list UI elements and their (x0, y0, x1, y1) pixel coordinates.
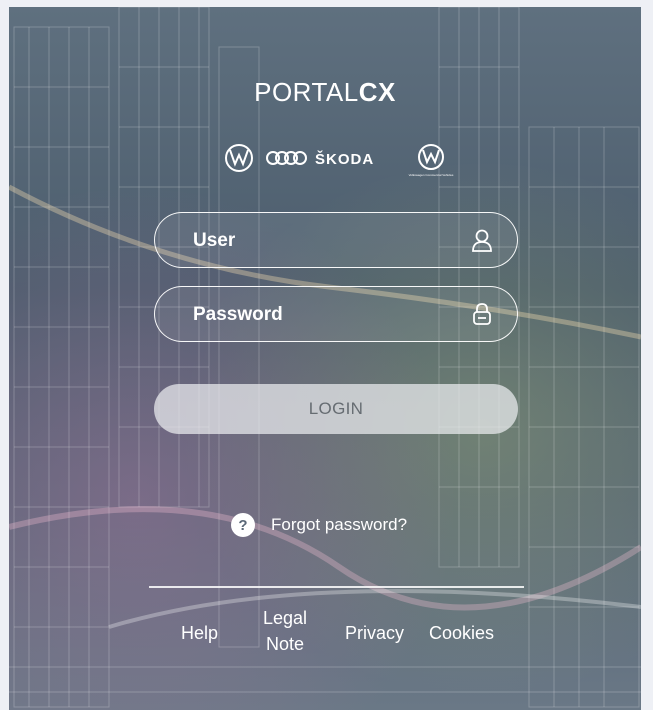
legal-note-line2: Note (266, 634, 305, 654)
question-icon: ? (231, 513, 255, 537)
help-link[interactable]: Help (181, 623, 218, 644)
legal-note-link[interactable]: Legal Note (263, 605, 307, 657)
portal-title-suffix: CX (358, 77, 396, 107)
cookies-link[interactable]: Cookies (429, 623, 494, 644)
login-button[interactable]: LOGIN (154, 384, 518, 434)
vw-commercial-logo-icon: Volkswagen Commercial Vehicles (409, 144, 454, 177)
user-input[interactable] (191, 213, 465, 268)
brand-logos: ŠKODA Volkswagen Commercial Vehicles (225, 144, 454, 177)
user-icon (472, 229, 492, 252)
city-wireframe-background (9, 7, 641, 708)
privacy-link[interactable]: Privacy (345, 623, 404, 644)
portal-title: PORTALCX (9, 77, 641, 108)
legal-note-line1: Legal (263, 608, 308, 628)
password-field[interactable] (154, 286, 518, 342)
forgot-password-link[interactable]: ? Forgot password? (231, 512, 407, 538)
portal-title-prefix: PORTAL (254, 77, 359, 107)
user-field[interactable] (154, 212, 518, 268)
login-screen: PORTALCX ŠKODA Volkswagen Commercial Veh… (9, 7, 641, 710)
vw-commercial-caption: Volkswagen Commercial Vehicles (409, 173, 454, 177)
footer-divider (149, 586, 524, 588)
vw-logo-icon (225, 144, 253, 172)
forgot-password-label: Forgot password? (271, 515, 408, 534)
skoda-wordmark: ŠKODA (315, 150, 374, 168)
lock-icon (473, 303, 491, 325)
password-input[interactable] (191, 287, 465, 342)
audi-rings-icon (266, 151, 307, 165)
